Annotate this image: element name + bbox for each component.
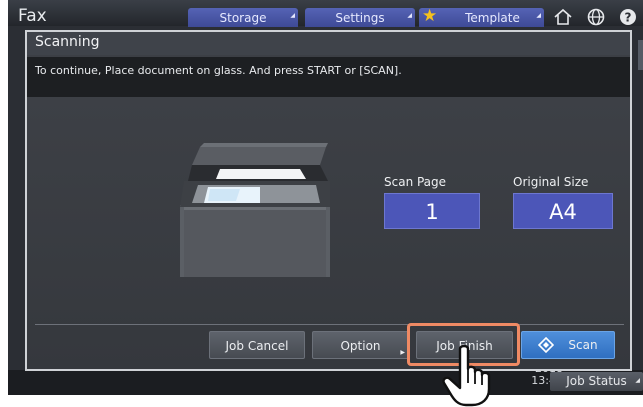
help-icon[interactable]: ?	[618, 7, 638, 27]
tab-template[interactable]: Template ◢	[419, 8, 544, 27]
scan-label: Scan	[568, 338, 598, 352]
original-size-label: Original Size	[513, 175, 589, 189]
scanning-dialog: Scanning To continue, Place document on …	[25, 30, 632, 371]
corner-arrow-icon: ▶	[400, 349, 405, 356]
option-label: Option	[340, 339, 381, 353]
job-status-button[interactable]: Job Status ◢	[550, 372, 643, 391]
home-icon[interactable]	[553, 7, 573, 27]
option-button[interactable]: Option ▶	[312, 331, 409, 359]
side-tab	[638, 40, 643, 70]
tab-storage[interactable]: Storage ◢	[188, 8, 298, 27]
tab-settings[interactable]: Settings ◢	[305, 8, 415, 27]
divider	[35, 324, 624, 325]
svg-text:?: ?	[625, 11, 632, 25]
corner-arrow-icon: ◢	[407, 12, 412, 19]
scan-page-label: Scan Page	[384, 175, 447, 189]
pointer-hand-icon	[442, 345, 491, 407]
tab-settings-label: Settings	[335, 11, 385, 25]
star-icon: ★	[422, 6, 438, 26]
app-header: Fax Storage ◢ Settings ◢ Template ◢ ★ ?	[8, 0, 643, 27]
dialog-title: Scanning	[27, 32, 630, 55]
scan-button[interactable]: Scan	[521, 331, 615, 359]
job-cancel-label: Job Cancel	[225, 339, 289, 353]
tab-storage-label: Storage	[219, 11, 267, 25]
corner-arrow-icon: ◢	[536, 12, 541, 19]
globe-icon[interactable]	[586, 7, 606, 27]
original-size-value: A4	[513, 193, 613, 229]
job-status-label: Job Status	[566, 374, 627, 388]
tab-template-label: Template	[465, 11, 520, 25]
dialog-body: Scan Page 1 Original Size A4 Job Cancel …	[27, 97, 630, 369]
scanner-illustration-icon	[180, 143, 330, 277]
app-title: Fax	[18, 6, 47, 26]
app-footer: 2018 13:44 Job Status ◢	[8, 363, 643, 395]
corner-arrow-icon: ◢	[290, 12, 295, 19]
job-cancel-button[interactable]: Job Cancel	[209, 331, 305, 359]
start-diamond-icon	[538, 337, 555, 353]
dialog-message: To continue, Place document on glass. An…	[27, 57, 630, 97]
scan-page-value: 1	[384, 193, 480, 229]
corner-arrow-icon: ◢	[635, 377, 640, 384]
